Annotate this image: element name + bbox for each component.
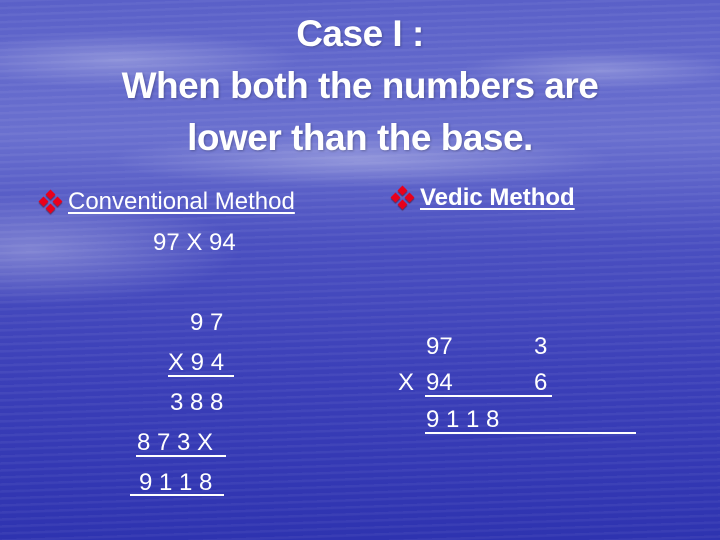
vedic-result: 9 1 1 8 [426,406,500,433]
vedic-method-heading: Vedic Method [420,184,575,211]
conventional-problem: 97 X 94 [153,229,236,256]
conventional-partial-product-2: 8 7 3 X [137,429,214,456]
title-line-2: When both the numbers are [121,65,599,106]
red-diamond-bullet-icon [390,185,415,210]
red-diamond-bullet-icon [38,189,63,214]
vedic-multiplier-underline [425,395,552,397]
slide-title: Case I : When both the numbers are lower… [0,8,720,164]
conventional-result: 9 1 1 8 [139,469,213,496]
conventional-multiplicand: 9 7 [190,309,224,336]
title-line-1: Case I : [296,13,424,54]
vedic-multiplicand-deficit: 3 [534,333,548,360]
vedic-multiply-sign: X [398,369,415,396]
multiplier-underline [168,375,234,377]
conventional-multiplier: X 9 4 [168,349,225,376]
vedic-method-bullet: Vedic Method [390,184,575,212]
vedic-multiplier: 94 [426,369,453,396]
title-line-3: lower than the base. [187,117,533,158]
vedic-multiplicand: 97 [426,333,453,360]
slide: Case I : When both the numbers are lower… [0,0,720,540]
conventional-method-bullet: Conventional Method [38,188,295,216]
vedic-result-underline [425,432,636,434]
result-underline [130,494,224,496]
conventional-method-heading: Conventional Method [68,188,295,215]
conventional-partial-product-1: 3 8 8 [170,389,224,416]
partial-underline [136,455,226,457]
vedic-multiplier-deficit: 6 [534,369,548,396]
